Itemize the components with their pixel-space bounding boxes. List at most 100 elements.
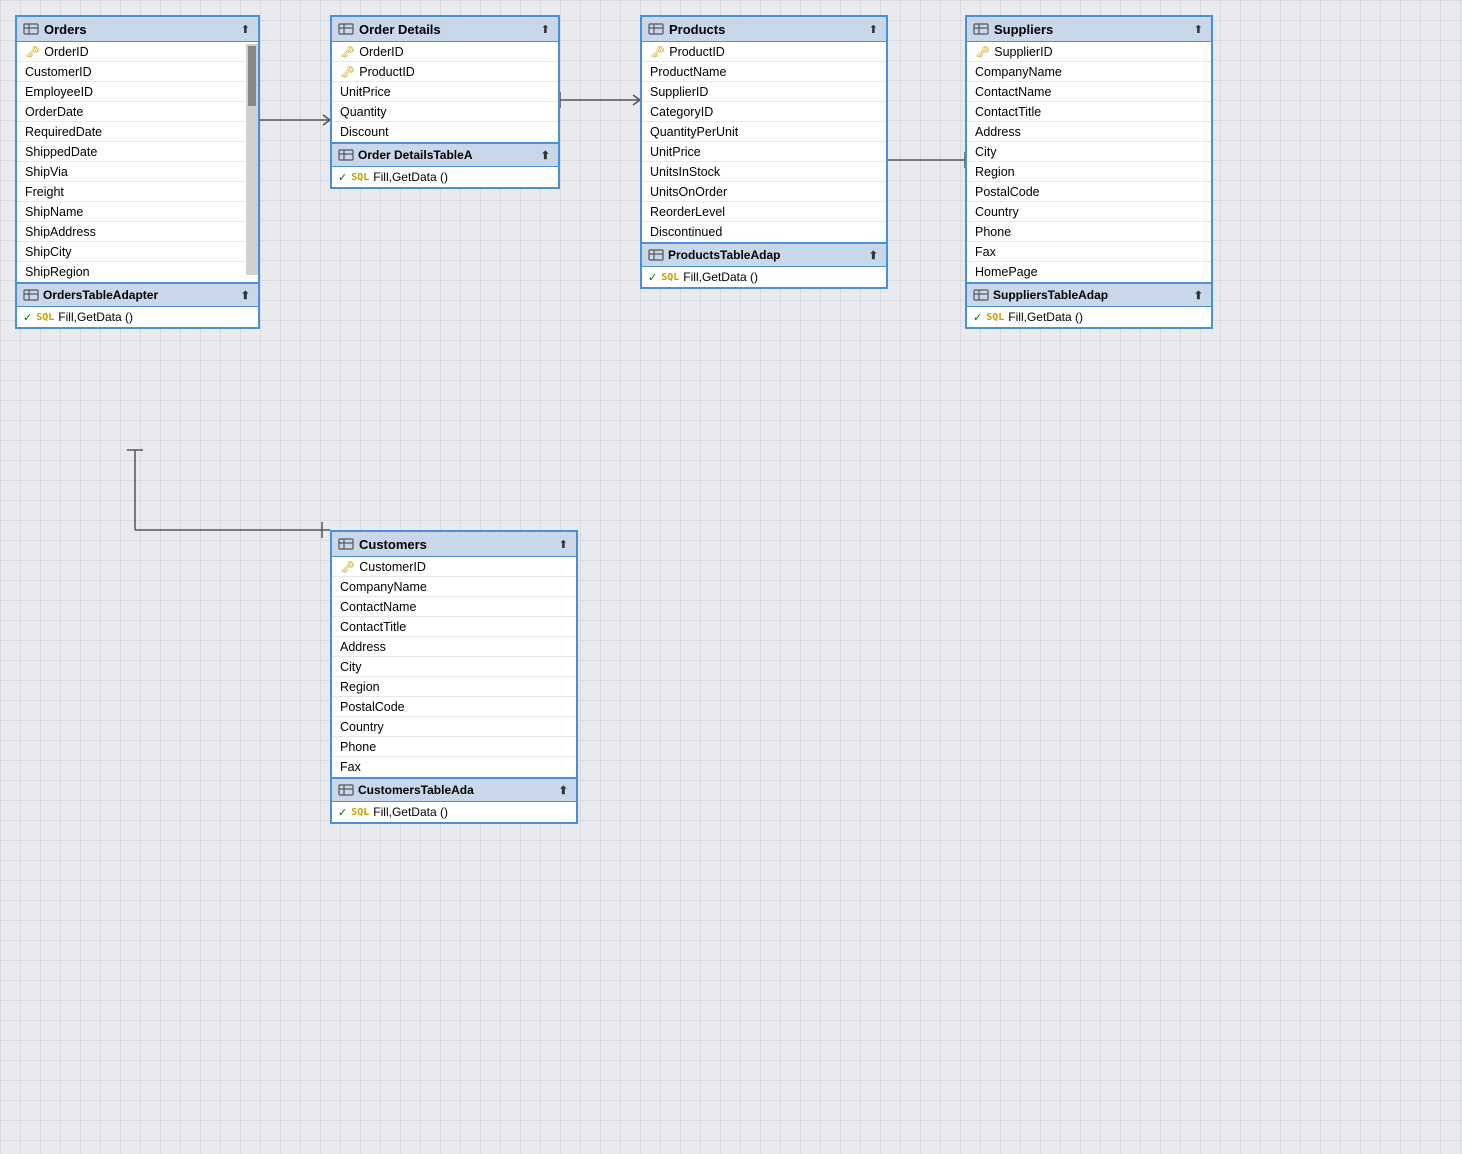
table-icon: [338, 21, 354, 37]
sql-icon: SQL: [351, 807, 369, 818]
field-shipaddress: ShipAddress: [17, 222, 246, 242]
products-collapse-btn[interactable]: ⬆: [867, 23, 880, 36]
field-shipcity: ShipCity: [17, 242, 246, 262]
suppliers-adapter-header: SuppliersTableAdap ⬆: [967, 284, 1211, 307]
field-customerid: CustomerID: [17, 62, 246, 82]
orders-adapter-method: ✓ SQL Fill,GetData (): [17, 307, 258, 327]
orders-table-header: Orders ⬆: [17, 17, 258, 42]
order-details-field-list: 🗝 OrderID 🗝 ProductID UnitPrice Quantity…: [332, 42, 558, 142]
products-table: Products ⬆ 🗝 ProductID ProductName Suppl…: [640, 15, 888, 289]
table-icon: [648, 21, 664, 37]
field-od-quantity: Quantity: [332, 102, 558, 122]
sql-icon: SQL: [351, 172, 369, 183]
suppliers-table: Suppliers ⬆ 🗝 SupplierID CompanyName Con…: [965, 15, 1213, 329]
field-od-unitprice: UnitPrice: [332, 82, 558, 102]
products-adapter-method: ✓ SQL Fill,GetData (): [642, 267, 886, 287]
products-adapter-header: ProductsTableAdap ⬆: [642, 244, 886, 267]
field-p-productname: ProductName: [642, 62, 886, 82]
field-p-unitsonorder: UnitsOnOrder: [642, 182, 886, 202]
check-icon: ✓: [338, 806, 347, 819]
suppliers-title: Suppliers: [994, 22, 1053, 37]
suppliers-header: Suppliers ⬆: [967, 17, 1211, 42]
adapter-icon: [338, 782, 354, 798]
adapter-icon: [23, 287, 39, 303]
customers-adapter-collapse[interactable]: ⬆: [557, 784, 570, 797]
customers-table: Customers ⬆ 🗝 CustomerID CompanyName Con…: [330, 530, 578, 824]
order-details-adapter-header: Order DetailsTableA ⬆: [332, 144, 558, 167]
diagram-canvas: Orders ⬆ 🗝 OrderID CustomerID EmployeeID…: [0, 0, 1462, 1154]
suppliers-adapter-method: ✓ SQL Fill,GetData (): [967, 307, 1211, 327]
customers-collapse-btn[interactable]: ⬆: [557, 538, 570, 551]
key-icon: 🗝: [340, 65, 355, 79]
field-c-country: Country: [332, 717, 576, 737]
field-orderid: 🗝 OrderID: [17, 42, 246, 62]
field-s-country: Country: [967, 202, 1211, 222]
customers-header: Customers ⬆: [332, 532, 576, 557]
field-c-postalcode: PostalCode: [332, 697, 576, 717]
field-c-region: Region: [332, 677, 576, 697]
field-p-unitprice: UnitPrice: [642, 142, 886, 162]
table-icon: [973, 21, 989, 37]
field-od-productid: 🗝 ProductID: [332, 62, 558, 82]
key-icon: 🗝: [25, 45, 40, 59]
field-s-companyname: CompanyName: [967, 62, 1211, 82]
products-field-list: 🗝 ProductID ProductName SupplierID Categ…: [642, 42, 886, 242]
orders-table: Orders ⬆ 🗝 OrderID CustomerID EmployeeID…: [15, 15, 260, 329]
suppliers-adapter-name: SuppliersTableAdap: [993, 288, 1108, 302]
orders-collapse-btn[interactable]: ⬆: [239, 23, 252, 36]
orders-method-label: Fill,GetData (): [58, 310, 133, 324]
suppliers-adapter-collapse[interactable]: ⬆: [1192, 289, 1205, 302]
field-p-reorderlevel: ReorderLevel: [642, 202, 886, 222]
customers-adapter: CustomersTableAda ⬆ ✓ SQL Fill,GetData (…: [332, 777, 576, 822]
check-icon: ✓: [648, 271, 657, 284]
field-orderdate: OrderDate: [17, 102, 246, 122]
products-title: Products: [669, 22, 725, 37]
field-s-region: Region: [967, 162, 1211, 182]
orders-title: Orders: [44, 22, 87, 37]
products-adapter-collapse[interactable]: ⬆: [867, 249, 880, 262]
check-icon: ✓: [338, 171, 347, 184]
adapter-icon: [973, 287, 989, 303]
order-details-adapter-name: Order DetailsTableA: [358, 148, 472, 162]
field-s-fax: Fax: [967, 242, 1211, 262]
adapter-icon: [338, 147, 354, 163]
key-icon: 🗝: [340, 45, 355, 59]
field-s-contacttitle: ContactTitle: [967, 102, 1211, 122]
sql-icon: SQL: [36, 312, 54, 323]
field-c-fax: Fax: [332, 757, 576, 777]
field-p-unitsinstock: UnitsInStock: [642, 162, 886, 182]
field-s-city: City: [967, 142, 1211, 162]
customers-adapter-name: CustomersTableAda: [358, 783, 474, 797]
customers-adapter-method: ✓ SQL Fill,GetData (): [332, 802, 576, 822]
suppliers-adapter: SuppliersTableAdap ⬆ ✓ SQL Fill,GetData …: [967, 282, 1211, 327]
field-c-city: City: [332, 657, 576, 677]
field-s-contactname: ContactName: [967, 82, 1211, 102]
field-shipregion: ShipRegion: [17, 262, 246, 282]
orders-adapter-name: OrdersTableAdapter: [43, 288, 158, 302]
check-icon: ✓: [973, 311, 982, 324]
field-employeeid: EmployeeID: [17, 82, 246, 102]
table-icon: [23, 21, 39, 37]
orders-adapter-collapse[interactable]: ⬆: [239, 289, 252, 302]
scrollbar-thumb[interactable]: [248, 46, 256, 106]
sql-icon: SQL: [986, 312, 1004, 323]
suppliers-collapse-btn[interactable]: ⬆: [1192, 23, 1205, 36]
field-c-contactname: ContactName: [332, 597, 576, 617]
orders-adapter: OrdersTableAdapter ⬆ ✓ SQL Fill,GetData …: [17, 282, 258, 327]
order-details-title: Order Details: [359, 22, 441, 37]
order-details-collapse-btn[interactable]: ⬆: [539, 23, 552, 36]
field-c-contacttitle: ContactTitle: [332, 617, 576, 637]
field-s-homepage: HomePage: [967, 262, 1211, 282]
table-icon: [338, 536, 354, 552]
products-method-label: Fill,GetData (): [683, 270, 758, 284]
field-c-address: Address: [332, 637, 576, 657]
check-icon: ✓: [23, 311, 32, 324]
field-p-discontinued: Discontinued: [642, 222, 886, 242]
field-od-discount: Discount: [332, 122, 558, 142]
field-c-phone: Phone: [332, 737, 576, 757]
scrollbar[interactable]: [246, 44, 258, 275]
customers-method-label: Fill,GetData (): [373, 805, 448, 819]
field-p-categoryid: CategoryID: [642, 102, 886, 122]
field-shipvia: ShipVia: [17, 162, 246, 182]
order-details-adapter-collapse[interactable]: ⬆: [539, 149, 552, 162]
